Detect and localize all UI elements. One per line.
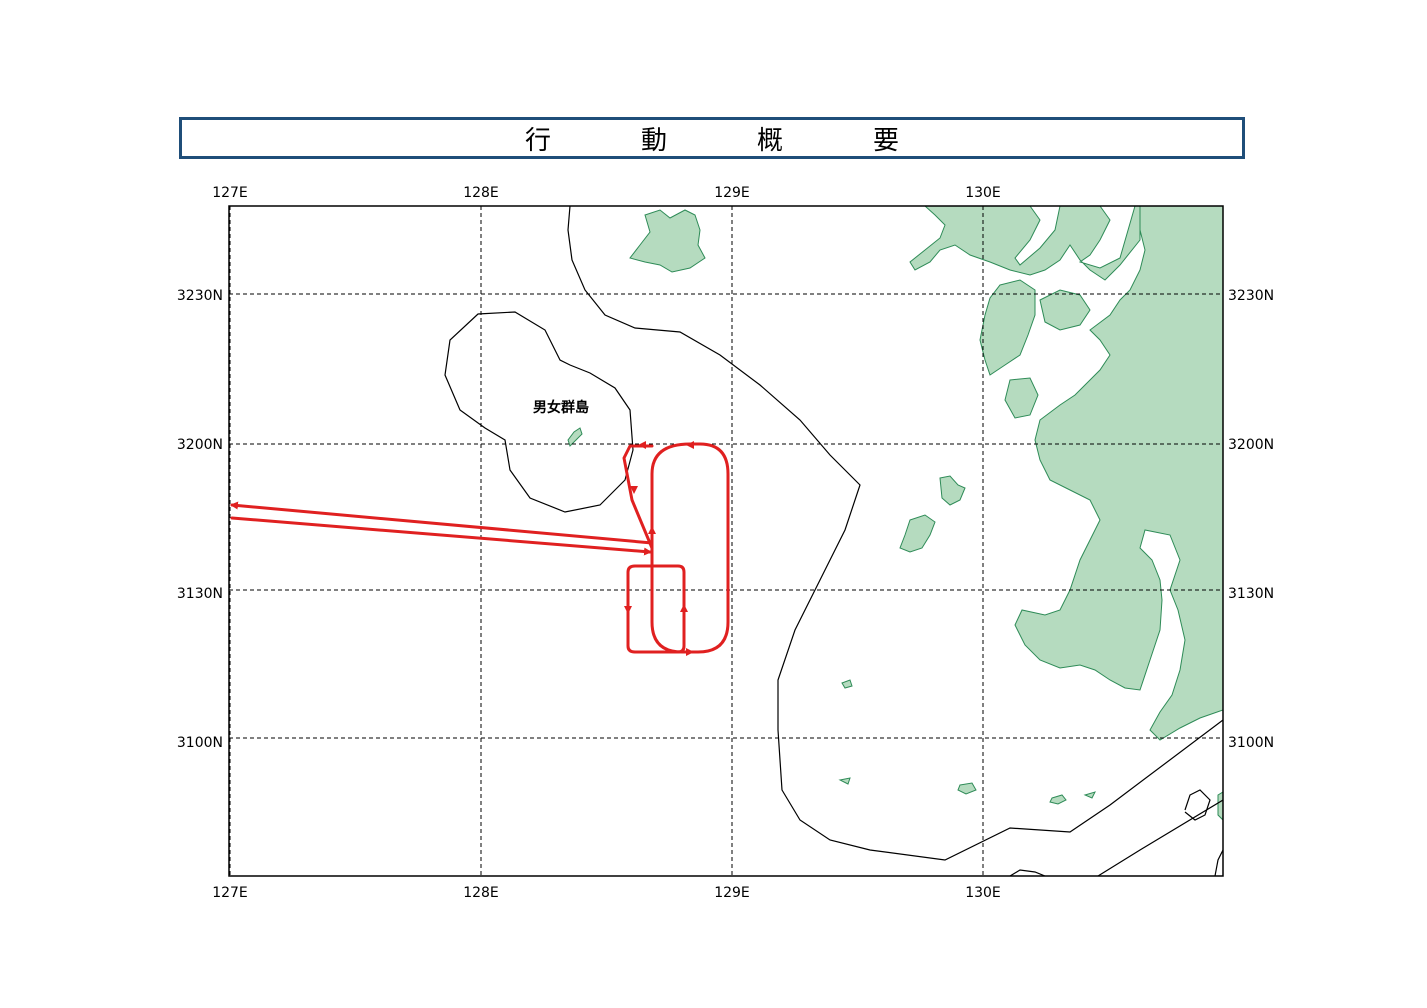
lon-labels-bottom: 127E 128E 129E 130E <box>212 885 1001 901</box>
shimabara-land <box>1039 289 1091 331</box>
land-areas <box>567 206 1223 821</box>
danjo-islands-label: 男女群島 <box>533 399 589 416</box>
lon-tick-label-top: 128E <box>463 185 499 201</box>
lon-tick-label-bottom: 128E <box>463 885 499 901</box>
lat-tick-label-left: 3200N <box>177 437 223 453</box>
map: 男女群島 127E 128E 129E 130E 127E 128E 129E 130E 3… <box>177 185 1274 901</box>
arrow-marker <box>624 606 632 614</box>
lon-tick-label-top: 127E <box>212 185 248 201</box>
lat-tick-label-right: 3200N <box>1228 437 1274 453</box>
amakusa-land <box>1004 377 1039 419</box>
lat-tick-label-right: 3100N <box>1228 735 1274 751</box>
koshiki-island-b <box>899 514 936 553</box>
track-approach <box>622 444 654 550</box>
lon-tick-label-top: 129E <box>714 185 750 201</box>
lat-tick-label-left: 3100N <box>177 735 223 751</box>
arrow-marker <box>686 441 694 449</box>
lon-tick-label-bottom: 130E <box>965 885 1001 901</box>
right-bottom-coast-line <box>1214 849 1223 876</box>
lat-labels-right: 3230N 3200N 3130N 3100N <box>1228 288 1274 751</box>
track-orbit-large <box>650 442 730 654</box>
goto-north-island <box>629 209 706 273</box>
lat-tick-label-left: 3230N <box>177 288 223 304</box>
southern-boundary-line <box>1097 799 1223 876</box>
lon-labels-top: 127E 128E 129E 130E <box>212 185 1001 201</box>
bottom-coast-line <box>1009 869 1046 876</box>
lon-tick-label-bottom: 127E <box>212 885 248 901</box>
flight-track <box>230 442 730 654</box>
lat-tick-label-right: 3230N <box>1228 288 1274 304</box>
lat-tick-label-right: 3130N <box>1228 586 1274 602</box>
lon-tick-label-bottom: 129E <box>714 885 750 901</box>
small-island-c <box>957 782 977 795</box>
kyushu-land <box>1014 206 1223 741</box>
arrow-marker <box>638 441 646 449</box>
lat-labels-left: 3230N 3200N 3130N 3100N <box>177 288 223 751</box>
small-island-e <box>1083 791 1096 799</box>
northern-land <box>909 206 1141 281</box>
koshiki-island-a <box>939 475 966 506</box>
danjo-island <box>567 427 583 447</box>
lon-tick-label-top: 130E <box>965 185 1001 201</box>
arrow-marker <box>686 648 694 656</box>
lat-tick-label-left: 3130N <box>177 586 223 602</box>
small-island-d <box>1049 794 1067 805</box>
small-island-b <box>838 777 851 785</box>
arrow-marker <box>648 526 656 534</box>
small-island-a <box>841 679 853 689</box>
arrow-marker <box>680 604 688 612</box>
